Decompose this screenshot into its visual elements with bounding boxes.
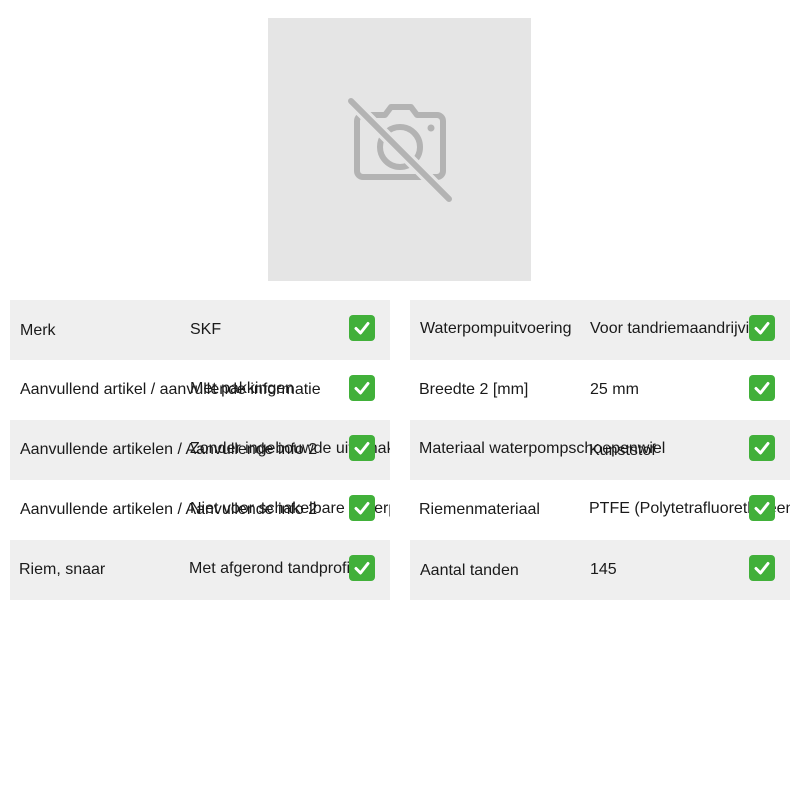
spec-table-left: Merk SKF Aanvullend artikel / aanvullend… — [10, 300, 390, 600]
spec-row: Merk SKF — [10, 300, 390, 360]
check-mark-icon — [749, 555, 775, 581]
spec-table-right: Waterpompuitvoering Voor tandriemaandrij… — [410, 300, 790, 600]
spec-row: Aanvullende artikelen / Aanvullende info… — [10, 420, 390, 480]
check-mark-icon — [749, 495, 775, 521]
spec-value: Met afgerond tandprofiel — [189, 560, 363, 577]
spec-value: SKF — [190, 321, 222, 338]
check-mark-icon — [349, 435, 375, 461]
check-mark-icon — [349, 495, 375, 521]
spec-row: Riem, snaar Met afgerond tandprofiel — [10, 540, 390, 600]
check-mark-icon — [749, 375, 775, 401]
check-mark-icon — [749, 435, 775, 461]
spec-value: Kunststof — [589, 442, 656, 459]
spec-row: Aantal tanden 145 — [410, 540, 790, 600]
spec-value: Met pakkingen — [190, 380, 295, 397]
camera-off-icon — [346, 96, 453, 203]
check-mark-icon — [349, 555, 375, 581]
check-mark-icon — [349, 375, 375, 401]
spec-label: Breedte 2 [mm] — [419, 381, 529, 398]
spec-label: Aantal tanden — [420, 562, 519, 579]
check-mark-icon — [349, 315, 375, 341]
spec-label: Merk — [20, 322, 56, 339]
spec-row: Riemenmateriaal PTFE (Polytetrafluorethy… — [410, 480, 790, 540]
spec-row: Aanvullende artikelen / Aanvullende info… — [10, 480, 390, 540]
spec-label: Riemenmateriaal — [419, 501, 540, 518]
spec-value: 25 mm — [590, 381, 639, 398]
check-mark-icon — [749, 315, 775, 341]
spec-row: Breedte 2 [mm] 25 mm — [410, 360, 790, 420]
product-image-placeholder — [268, 18, 531, 281]
spec-row: Aanvullend artikel / aanvullende informa… — [10, 360, 390, 420]
spec-value: 145 — [590, 561, 617, 578]
spec-row: Materiaal waterpompschoepenwiel Kunststo… — [410, 420, 790, 480]
spec-label: Waterpompuitvoering — [420, 320, 572, 337]
spec-value: Voor tandriemaandrijving — [590, 320, 767, 337]
spec-row: Waterpompuitvoering Voor tandriemaandrij… — [410, 300, 790, 360]
spec-label: Riem, snaar — [19, 561, 106, 578]
